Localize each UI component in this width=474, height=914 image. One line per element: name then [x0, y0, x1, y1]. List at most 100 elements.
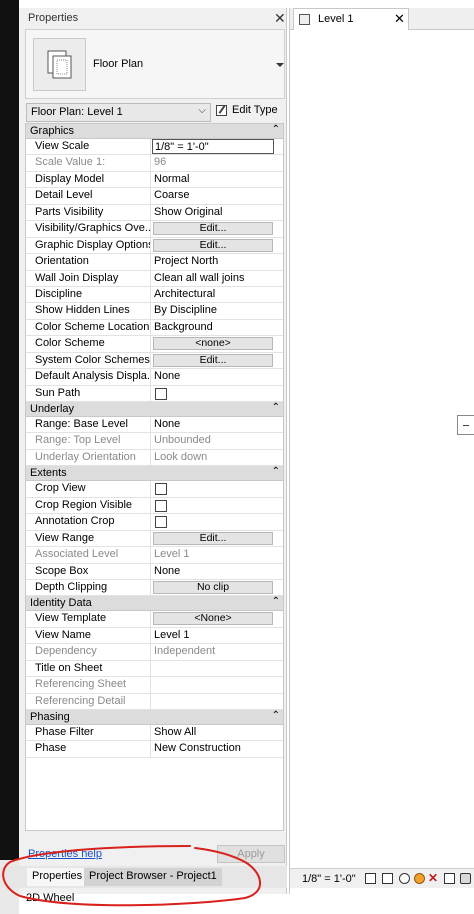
- edit-type-button[interactable]: Edit Type: [214, 102, 284, 121]
- view-scale-control[interactable]: 1/8" = 1'-0": [302, 873, 356, 885]
- property-name: Range: Base Level: [26, 417, 151, 433]
- group-label: Extents: [30, 467, 67, 480]
- property-value[interactable]: Coarse: [152, 188, 283, 203]
- property-value[interactable]: Background: [152, 320, 283, 335]
- property-value[interactable]: Level 1: [152, 628, 283, 643]
- property-value[interactable]: Normal: [152, 172, 283, 187]
- property-name: Range: Top Level: [26, 433, 151, 449]
- property-checkbox[interactable]: [155, 387, 167, 400]
- property-row: Crop Region Visible: [26, 497, 283, 515]
- property-name: Color Scheme: [26, 336, 151, 352]
- close-icon[interactable]: ✕: [274, 10, 286, 27]
- property-button[interactable]: <None>: [153, 612, 273, 626]
- crop-region-icon[interactable]: [444, 873, 455, 884]
- group-label: Identity Data: [30, 597, 92, 610]
- property-row: Scale Value 1: 96: [26, 155, 283, 172]
- shadows-icon[interactable]: [414, 873, 425, 884]
- property-button[interactable]: <none>: [153, 337, 273, 351]
- group-header-underlay[interactable]: Underlay ⌃: [26, 402, 283, 417]
- property-name: Underlay Orientation: [26, 449, 151, 466]
- property-row: View Template <None>: [26, 611, 283, 628]
- property-name: View Template: [26, 611, 151, 627]
- group-header-extents[interactable]: Extents ⌃: [26, 466, 283, 482]
- crop-view-icon[interactable]: ✕: [428, 872, 439, 884]
- collapse-icon[interactable]: ⌃: [272, 596, 280, 607]
- lock-3d-view-icon[interactable]: [460, 873, 471, 884]
- property-value: Look down: [154, 450, 208, 463]
- property-value[interactable]: Project North: [152, 254, 283, 269]
- property-value[interactable]: [152, 661, 283, 676]
- property-row: Orientation Project North: [26, 254, 283, 271]
- panel-title: Properties: [28, 12, 79, 24]
- property-button[interactable]: Edit...: [153, 353, 273, 367]
- property-value: [152, 694, 283, 709]
- apply-button[interactable]: Apply: [217, 845, 285, 863]
- instance-filter-select[interactable]: Floor Plan: Level 1 ⌵: [26, 103, 211, 122]
- property-value[interactable]: None: [152, 417, 283, 432]
- chevron-down-icon: [276, 63, 284, 67]
- property-row: Range: Top Level Unbounded: [26, 433, 283, 450]
- property-value[interactable]: By Discipline: [152, 303, 283, 318]
- property-button[interactable]: Edit...: [153, 238, 273, 252]
- property-name: View Name: [26, 627, 151, 644]
- property-value[interactable]: New Construction: [152, 741, 283, 756]
- property-name: Show Hidden Lines: [26, 303, 151, 319]
- property-name: Depth Clipping: [26, 579, 151, 596]
- group-header-identity-data[interactable]: Identity Data ⌃: [26, 596, 283, 612]
- group-header-phasing[interactable]: Phasing ⌃: [26, 710, 283, 725]
- property-name: System Color Schemes: [26, 352, 151, 369]
- group-header-graphics[interactable]: Graphics ⌃: [26, 124, 283, 139]
- property-checkbox[interactable]: [155, 483, 167, 496]
- property-name: Phase Filter: [26, 725, 151, 741]
- property-value: Level 1: [154, 548, 190, 561]
- properties-help-link[interactable]: Properties help: [28, 848, 102, 860]
- property-value-input[interactable]: 1/8" = 1'-0": [152, 139, 274, 155]
- property-checkbox[interactable]: [155, 499, 167, 512]
- group-label: Phasing: [30, 711, 70, 723]
- property-row: Dependency Independent: [26, 644, 283, 661]
- sun-path-icon[interactable]: [399, 873, 410, 884]
- view-control-bar: 1/8" = 1'-0" ✕: [290, 868, 474, 888]
- property-value[interactable]: Architectural: [152, 287, 283, 302]
- view-tab-label: Level 1: [318, 13, 354, 25]
- property-row: Detail Level Coarse: [26, 188, 283, 205]
- properties-grid: Graphics ⌃ View Scale 1/8" = 1'-0" Scale Val…: [25, 123, 284, 831]
- grid-empty-area: [26, 757, 283, 830]
- visual-style-icon[interactable]: [382, 873, 393, 884]
- property-value[interactable]: Clean all wall joins: [152, 271, 283, 286]
- edit-type-label: Edit Type: [232, 104, 278, 116]
- property-name: Referencing Sheet: [26, 677, 151, 693]
- group-label: Underlay: [30, 403, 75, 415]
- property-button[interactable]: No clip: [153, 580, 273, 594]
- view-edge-marker[interactable]: [457, 415, 474, 435]
- property-name: Annotation Crop: [26, 514, 151, 530]
- property-name: Orientation: [26, 254, 151, 270]
- tab-project-browser[interactable]: Project Browser - Project1: [84, 868, 222, 886]
- property-row: Parts Visibility Show Original: [26, 204, 283, 222]
- property-row: Phase New Construction: [26, 741, 283, 758]
- property-row: Color Scheme <none>: [26, 336, 283, 353]
- property-value[interactable]: Show Original: [152, 205, 283, 220]
- collapse-icon[interactable]: ⌃: [272, 402, 280, 413]
- property-value[interactable]: None: [152, 564, 283, 579]
- property-button[interactable]: Edit...: [153, 222, 273, 236]
- detail-level-icon[interactable]: [365, 873, 376, 884]
- property-checkbox[interactable]: [155, 516, 167, 529]
- property-value[interactable]: None: [152, 369, 283, 384]
- property-name: Scope Box: [26, 563, 151, 579]
- tab-level-1[interactable]: Level 1 ✕: [293, 8, 409, 30]
- property-name: Color Scheme Location: [26, 319, 151, 336]
- property-name: Sun Path: [26, 385, 151, 401]
- collapse-icon[interactable]: ⌃: [272, 124, 280, 135]
- collapse-icon[interactable]: ⌃: [272, 466, 280, 477]
- close-icon[interactable]: ✕: [394, 11, 405, 27]
- property-value[interactable]: Show All: [152, 725, 283, 740]
- property-row: Depth Clipping No clip: [26, 579, 283, 597]
- tab-properties[interactable]: Properties: [27, 868, 88, 886]
- edit-type-icon: [216, 105, 227, 116]
- property-row: View Scale 1/8" = 1'-0": [26, 139, 283, 156]
- drawing-view-area[interactable]: Level 1 ✕ 1/8" = 1'-0" ✕: [289, 8, 474, 894]
- collapse-icon[interactable]: ⌃: [272, 710, 280, 721]
- type-selector[interactable]: Floor Plan: [25, 29, 285, 99]
- property-button[interactable]: Edit...: [153, 531, 273, 545]
